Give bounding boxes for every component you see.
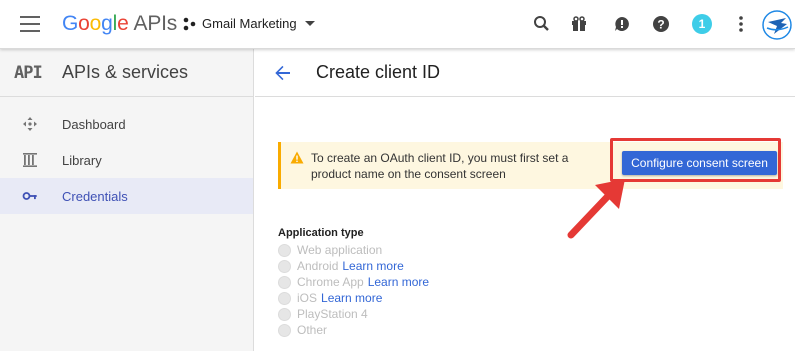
radio-option-ios: iOS Learn more <box>278 290 429 306</box>
annotation-arrow-icon <box>567 179 625 239</box>
radio-button[interactable] <box>278 323 291 337</box>
notifications-badge[interactable]: 1 <box>692 14 712 34</box>
project-selector[interactable]: Gmail Marketing <box>182 16 315 31</box>
option-label: Android <box>297 259 339 273</box>
menu-icon[interactable] <box>20 16 40 32</box>
help-icon[interactable]: ? <box>651 14 671 34</box>
radio-button[interactable] <box>278 291 291 305</box>
project-name: Gmail Marketing <box>202 16 297 31</box>
radio-button[interactable] <box>278 243 291 257</box>
learn-more-link[interactable]: Learn more <box>321 291 382 305</box>
sidebar-item-library[interactable]: Library <box>0 142 253 178</box>
api-logo-icon: API <box>14 62 43 83</box>
radio-button[interactable] <box>278 275 291 289</box>
sidebar-item-label: Dashboard <box>62 116 126 132</box>
google-apis-logo[interactable]: Google APIs <box>62 12 177 36</box>
search-icon[interactable] <box>532 14 552 34</box>
radio-option-other: Other <box>278 322 429 338</box>
sidebar-item-label: Credentials <box>62 188 128 204</box>
project-icon <box>183 17 196 30</box>
dashboard-icon <box>23 117 37 131</box>
main-content: Create client ID To create an OAuth clie… <box>255 49 795 351</box>
radio-option-android: Android Learn more <box>278 258 429 274</box>
radio-option-web: Web application <box>278 242 429 258</box>
sidebar-title: APIs & services <box>62 62 189 82</box>
application-type-label: Application type <box>278 227 364 239</box>
sidebar: API APIs & services Dashboard Library Cr… <box>0 49 254 351</box>
svg-text:?: ? <box>657 18 664 32</box>
library-icon <box>23 153 37 167</box>
option-label: Chrome App <box>297 275 364 289</box>
warning-text: To create an OAuth client ID, you must f… <box>311 151 569 181</box>
application-type-group: Application type Web application Android… <box>278 227 429 338</box>
radio-button[interactable] <box>278 259 291 273</box>
sidebar-item-label: Library <box>62 152 102 168</box>
sidebar-item-dashboard[interactable]: Dashboard <box>0 106 253 142</box>
alert-icon[interactable] <box>612 14 632 34</box>
sidebar-header: API APIs & services <box>0 49 253 97</box>
page-title: Create client ID <box>316 62 441 82</box>
key-icon <box>22 192 37 200</box>
gift-icon[interactable] <box>569 14 589 34</box>
top-app-bar: Google APIs Gmail Marketing ? 1 <box>0 0 795 49</box>
option-label: Web application <box>297 243 383 257</box>
more-vert-icon[interactable] <box>731 14 751 34</box>
option-label: PlayStation 4 <box>297 307 368 321</box>
learn-more-link[interactable]: Learn more <box>368 275 429 289</box>
warning-icon <box>290 151 304 164</box>
learn-more-link[interactable]: Learn more <box>342 259 403 273</box>
radio-button[interactable] <box>278 307 291 321</box>
radio-option-playstation-4: PlayStation 4 <box>278 306 429 322</box>
back-arrow-icon[interactable] <box>274 64 292 82</box>
account-avatar[interactable] <box>762 10 792 40</box>
page-header: Create client ID <box>255 49 795 97</box>
chevron-down-icon <box>304 21 315 26</box>
sidebar-item-credentials[interactable]: Credentials <box>0 178 253 214</box>
radio-option-chrome-app: Chrome App Learn more <box>278 274 429 290</box>
option-label: iOS <box>297 291 318 305</box>
sidebar-nav: Dashboard Library Credentials <box>0 106 253 214</box>
option-label: Other <box>297 323 328 337</box>
configure-consent-screen-button[interactable]: Configure consent screen <box>622 151 777 175</box>
